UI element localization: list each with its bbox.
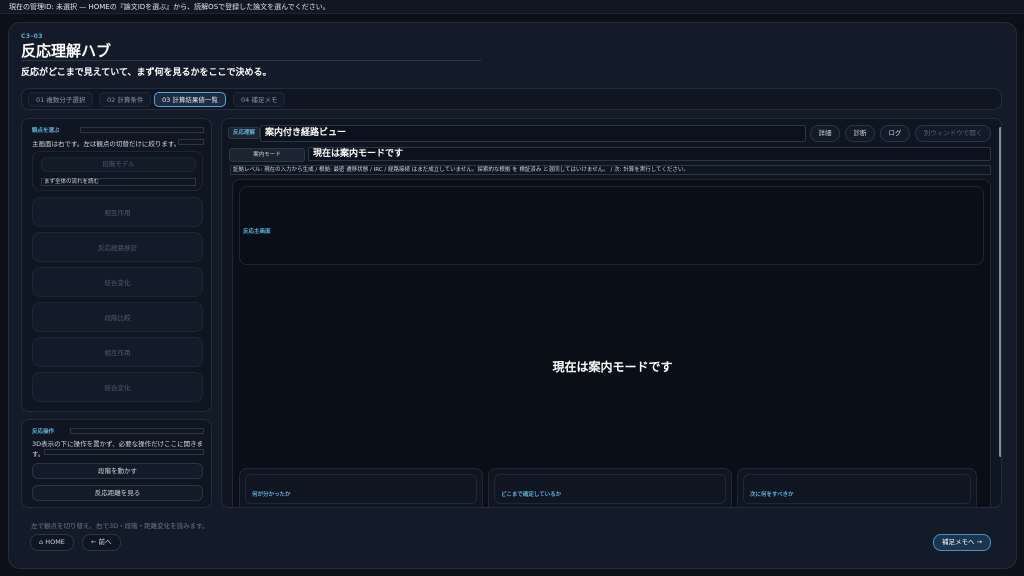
- status-text: 現在の管理ID: 未選択 — HOMEの『論文IDを選ぶ』から、読解OSで登録し…: [9, 3, 330, 11]
- operations-card: 反応操作 3D表示の下に操作を置かず、必要な操作だけここに開きま す。 段階を動…: [21, 419, 212, 508]
- selected-viewpoint[interactable]: 段階モデル まず全体の流れを読む: [32, 151, 203, 191]
- mode-chip: 案内モード: [229, 148, 305, 162]
- back-button[interactable]: ← 前へ: [82, 534, 121, 551]
- mode-status: 現在は案内モードです: [308, 147, 991, 161]
- info-card-inner: 何が分かったか: [245, 474, 477, 504]
- section-rule: [178, 139, 204, 145]
- viewpoint-path-validation[interactable]: 反応経路検証: [32, 232, 203, 262]
- log-button[interactable]: ログ: [880, 125, 910, 142]
- info-card-label: 何が分かったか: [252, 492, 291, 498]
- section-rule: [70, 428, 204, 434]
- tab-calc-conditions[interactable]: 02 計算条件: [99, 92, 152, 107]
- operations-description: 3D表示の下に操作を置かず、必要な操作だけここに開きま: [32, 440, 204, 448]
- stage-header: 反応主画面: [239, 186, 984, 265]
- page-title: 反応理解ハブ: [21, 42, 112, 60]
- tab-results-list[interactable]: 03 計算結果値一覧: [154, 92, 226, 107]
- footer-bar: 左で観点を切り替え、右で3D・段階・距離変化を読みます。 ⌂ HOME ← 前へ…: [21, 514, 1002, 556]
- info-card-inner: どこまで確定しているか: [494, 474, 726, 504]
- show-distance-button[interactable]: 反応距離を見る: [32, 485, 203, 501]
- viewpoint-bond-change[interactable]: 結合変化: [32, 267, 203, 297]
- info-card-label: 次に何をすべきか: [750, 492, 794, 498]
- details-button[interactable]: 詳細: [810, 125, 840, 142]
- stage-message: 現在は案内モードです: [552, 360, 673, 374]
- title-divider: [21, 60, 481, 61]
- reaction-main-stage: 反応主画面 現在は案内モードです 何が分かったか どこまで確定しているか 次に何…: [232, 179, 991, 507]
- viewpoint-card: 観点を選ぶ 主画面は右です。左は観点の切替だけに絞ります。 段階モデル まず全体…: [21, 118, 212, 412]
- step-tabs: 01 複数分子選択 02 計算条件 03 計算結果値一覧 04 補足メモ: [21, 88, 1002, 110]
- viewpoint-hint: まず全体の流れを読む: [41, 178, 196, 186]
- operations-section-label: 反応操作: [32, 429, 55, 435]
- info-card-label: どこまで確定しているか: [501, 492, 562, 498]
- move-stage-button[interactable]: 段階を動かす: [32, 463, 203, 479]
- view-title: 案内付き経路ビュー: [260, 125, 806, 142]
- page-code: C3-03: [21, 33, 43, 40]
- open-new-window-button[interactable]: 別ウィンドウで開く: [915, 125, 991, 142]
- info-card-inner: 次に何をすべきか: [743, 474, 971, 504]
- scrollbar-thumb[interactable]: [999, 127, 1001, 457]
- info-card-findings: 何が分かったか: [239, 468, 483, 507]
- section-rule: [80, 127, 204, 133]
- viewpoint-interaction-2[interactable]: 相互作用: [32, 337, 203, 367]
- view-category-chip: 反応理解: [228, 127, 261, 139]
- operations-description-cont: す。: [32, 450, 45, 458]
- footer-note: 左で観点を切り替え、右で3D・段階・距離変化を読みます。: [31, 522, 209, 530]
- reaction-view-panel: 反応理解 案内付き経路ビュー 詳細 診断 ログ 別ウィンドウで開く 案内モード …: [221, 118, 1002, 508]
- viewpoint-bond-change-2[interactable]: 結合変化: [32, 372, 203, 402]
- tab-molecule-select[interactable]: 01 複数分子選択: [28, 92, 94, 107]
- viewpoint-stage-compare[interactable]: 段階比較: [32, 302, 203, 332]
- page-subtitle: 反応がどこまで見えていて、まず何を見るかをここで決める。: [21, 68, 272, 78]
- viewpoint-staged-model[interactable]: 段階モデル: [41, 157, 196, 172]
- status-bar: 現在の管理ID: 未選択 — HOMEの『論文IDを選ぶ』から、読解OSで登録し…: [0, 0, 1024, 14]
- section-rule: [44, 449, 204, 455]
- info-card-next-steps: 次に何をすべきか: [737, 468, 977, 507]
- info-card-certainty: どこまで確定しているか: [488, 468, 732, 507]
- evidence-level: 証拠レベル: 現在の入力から生成 / 根拠: 最密 遷移状態 / IRC / 経…: [230, 165, 991, 175]
- viewpoint-description: 主画面は右です。左は観点の切替だけに絞ります。: [32, 140, 181, 148]
- viewpoint-interaction[interactable]: 相互作用: [32, 197, 203, 227]
- diagnose-button[interactable]: 診断: [845, 125, 875, 142]
- stage-label: 反応主画面: [243, 229, 271, 235]
- viewpoint-section-label: 観点を選ぶ: [32, 128, 60, 134]
- tab-notes[interactable]: 04 補足メモ: [233, 92, 286, 107]
- home-button[interactable]: ⌂ HOME: [30, 534, 74, 551]
- next-notes-button[interactable]: 補足メモへ →: [933, 534, 992, 551]
